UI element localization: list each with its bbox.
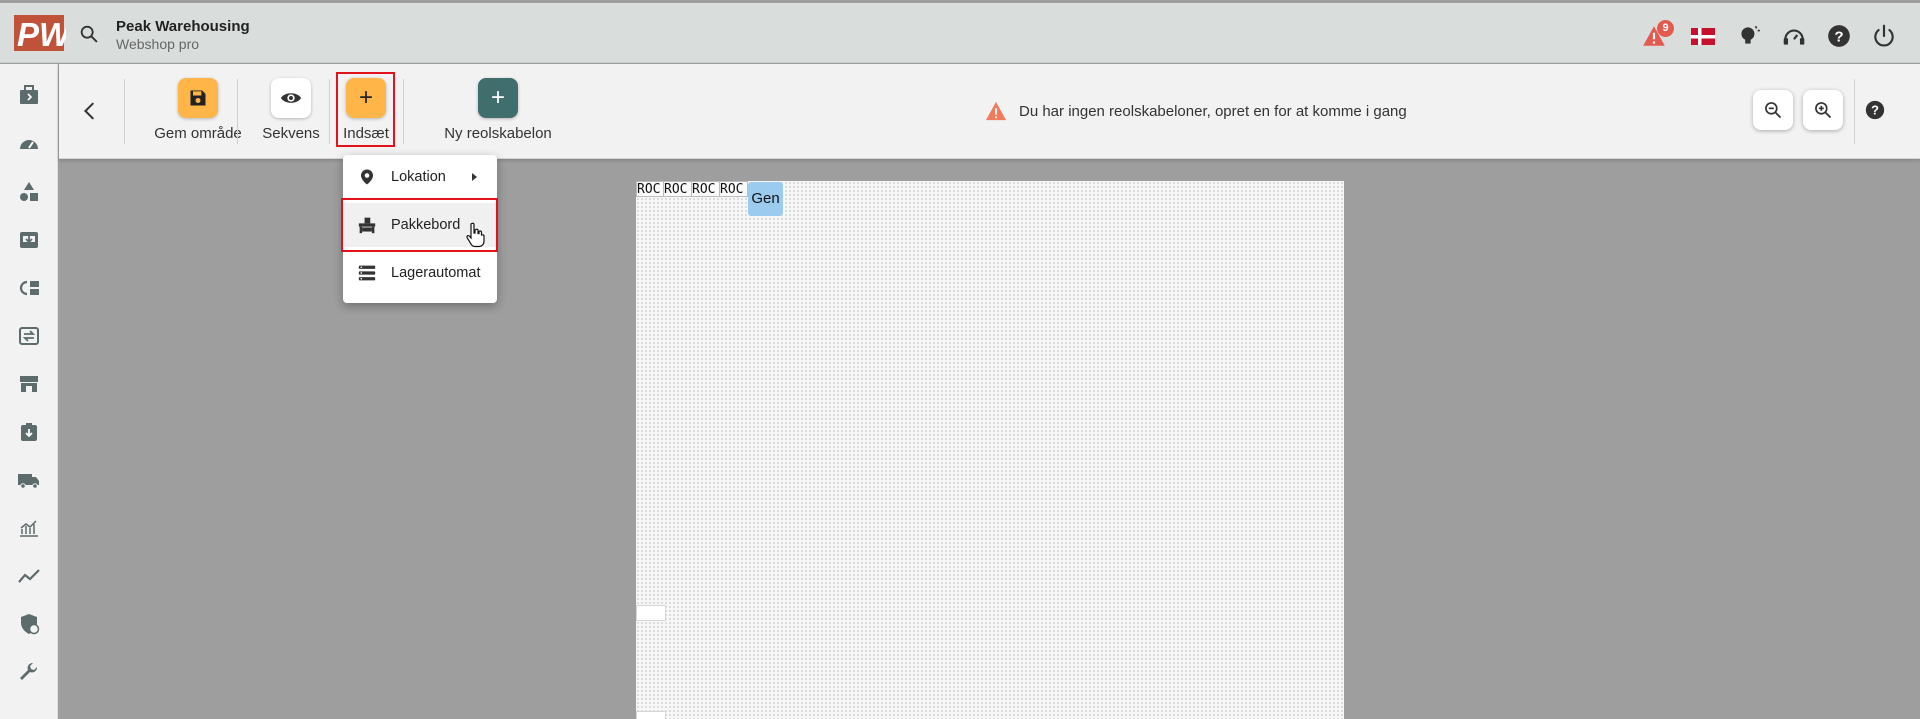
dashboard-icon[interactable] xyxy=(17,132,41,156)
rack-item[interactable]: ROC xyxy=(663,181,692,197)
editor-toolbar: Gem område Sekvens + Indsæt + Ny reolska… xyxy=(59,64,1920,159)
gen-element[interactable]: Gen xyxy=(748,182,783,216)
no-templates-warning: Du har ingen reolskabeloner, opret en fo… xyxy=(985,101,1407,121)
location-pin-icon xyxy=(357,167,377,187)
svg-text:?: ? xyxy=(1834,28,1843,45)
package-icon[interactable] xyxy=(17,420,41,444)
warehouse-canvas[interactable]: ROC ROC ROC ROC Gen xyxy=(636,181,1344,719)
back-arrow-icon[interactable] xyxy=(79,100,101,122)
inbox-icon[interactable] xyxy=(17,228,41,252)
rack-item[interactable]: ROC xyxy=(636,181,664,197)
submenu-arrow-icon xyxy=(472,173,477,181)
danish-flag-icon[interactable] xyxy=(1690,23,1716,49)
menu-item-label: Lagerautomat xyxy=(391,265,481,281)
box-icon[interactable] xyxy=(17,83,41,107)
lightbulb-icon[interactable] xyxy=(1736,23,1762,49)
toolbar-divider xyxy=(329,79,330,144)
brand-subtitle: Webshop pro xyxy=(116,36,200,52)
packing-table-icon xyxy=(357,215,377,235)
new-rack-template-button[interactable]: + Ny reolskabelon xyxy=(415,78,581,142)
store-icon[interactable] xyxy=(17,372,41,396)
svg-text:PW: PW xyxy=(17,16,66,53)
help-icon[interactable]: ? xyxy=(1826,23,1852,49)
toolbar-divider xyxy=(403,79,404,144)
transfer-icon[interactable] xyxy=(17,324,41,348)
menu-item-storage-automat[interactable]: Lagerautomat xyxy=(343,251,497,295)
menu-item-location[interactable]: Lokation xyxy=(343,155,497,199)
insert-dropdown-menu: Lokation Pakkebord Lagerautomat xyxy=(343,155,497,303)
peak-warehousing-logo[interactable]: PW xyxy=(14,13,66,53)
brand-block: Peak Warehousing Webshop pro xyxy=(116,18,250,53)
zoom-in-button[interactable] xyxy=(1803,90,1843,130)
save-area-button[interactable]: Gem område xyxy=(134,78,262,142)
new-rack-template-icon-button[interactable]: + xyxy=(478,78,518,118)
shield-icon[interactable] xyxy=(17,612,41,636)
eye-icon xyxy=(280,93,302,103)
sequence-label: Sekvens xyxy=(262,125,320,142)
brand-name: Peak Warehousing xyxy=(116,18,250,35)
notification-badge: 9 xyxy=(1657,20,1674,37)
warning-text: Du har ingen reolskabeloner, opret en fo… xyxy=(1019,102,1407,120)
menu-item-label: Lokation xyxy=(391,169,446,185)
top-header: PW Peak Warehousing Webshop pro 9 ? xyxy=(0,3,1920,63)
toolbar-divider xyxy=(1854,79,1855,144)
warning-triangle-icon xyxy=(986,101,1006,121)
returns-icon[interactable] xyxy=(17,276,41,300)
headset-icon[interactable] xyxy=(1781,23,1807,49)
sequence-button[interactable]: Sekvens xyxy=(249,78,333,142)
menu-item-label: Pakkebord xyxy=(391,217,461,233)
toolbar-divider xyxy=(237,79,238,144)
floppy-disk-icon xyxy=(190,90,206,106)
sequence-icon-button[interactable] xyxy=(271,78,311,118)
new-rack-template-label: Ny reolskabelon xyxy=(444,125,552,142)
rack-item[interactable]: ROC xyxy=(691,181,720,197)
zoom-out-icon xyxy=(1765,102,1782,119)
canvas-element[interactable] xyxy=(636,711,666,719)
insert-button[interactable]: + Indsæt xyxy=(338,78,394,142)
wrench-icon[interactable] xyxy=(17,660,41,684)
help-icon[interactable]: ? xyxy=(1864,99,1886,121)
save-area-label: Gem område xyxy=(154,125,242,142)
sidebar xyxy=(0,64,58,719)
svg-text:?: ? xyxy=(1871,103,1879,118)
toolbar-divider xyxy=(124,79,125,144)
save-area-icon-button[interactable] xyxy=(178,78,218,118)
chart-icon[interactable] xyxy=(17,516,41,540)
zoom-out-button[interactable] xyxy=(1753,90,1793,130)
trend-icon[interactable] xyxy=(17,564,41,588)
insert-icon-button[interactable]: + xyxy=(346,78,386,118)
zoom-in-icon xyxy=(1815,102,1832,119)
rack-item[interactable]: ROC xyxy=(719,181,748,197)
shapes-icon[interactable] xyxy=(17,180,41,204)
power-icon[interactable] xyxy=(1871,23,1897,49)
truck-icon[interactable] xyxy=(17,468,41,492)
menu-item-packing-table[interactable]: Pakkebord xyxy=(343,203,497,247)
storage-automat-icon xyxy=(357,263,377,283)
insert-label: Indsæt xyxy=(343,125,389,142)
search-icon[interactable] xyxy=(78,23,100,45)
canvas-element[interactable] xyxy=(636,605,666,621)
